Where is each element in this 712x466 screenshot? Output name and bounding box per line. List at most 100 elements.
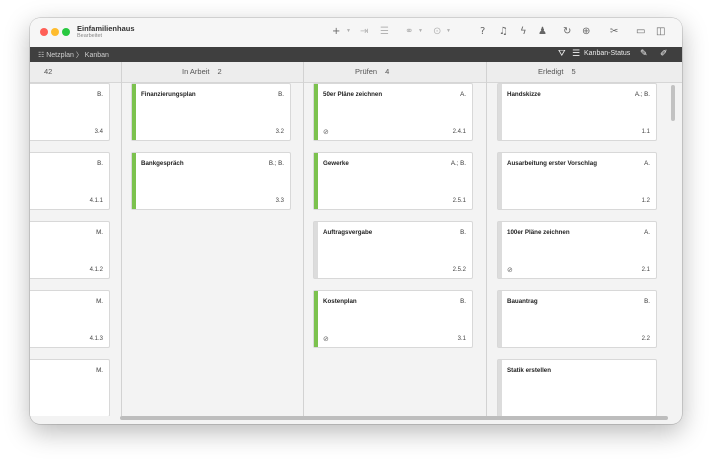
attachment-icon[interactable]: ⊘ (507, 266, 513, 274)
sync-icon[interactable]: ↻ (563, 26, 571, 38)
kanban-card[interactable]: Gewerke A.; B. 2.5.1 (313, 152, 473, 210)
card-title: Ausarbeitung erster Vorschlag (507, 160, 597, 167)
column-header-erledigt[interactable]: Erledigt 5 (538, 62, 576, 82)
kanban-card[interactable]: Bankgespräch B.; B. 3.3 (131, 152, 291, 210)
attachment-icon[interactable]: ⊘ (323, 335, 329, 343)
title-bar: Einfamilienhaus Bearbeitet + ▼ ⇥ ☰ ⚭ ▼ ⊙… (30, 18, 682, 48)
view-bar: ☷ Netzplan 〉 Kanban ⛛ ☰ Kanban-Status ✎ … (30, 47, 682, 62)
card-assignee: B. (460, 229, 466, 236)
filter-icon[interactable]: ⛛ (558, 49, 566, 59)
kanban-card[interactable]: n) verlegenM.4.1.2 (30, 221, 110, 279)
column-count: 2 (217, 67, 222, 76)
kanban-card[interactable]: 100er Pläne zeichnen A. 2.1 ⊘ (497, 221, 657, 279)
app-window: Einfamilienhaus Bearbeitet + ▼ ⇥ ☰ ⚭ ▼ ⊙… (30, 18, 682, 424)
vertical-scrollbar[interactable] (671, 85, 675, 121)
globe-icon[interactable]: ⊕ (582, 26, 590, 38)
status-stripe (132, 84, 136, 140)
column-count: 5 (571, 67, 576, 76)
status-stripe (314, 222, 318, 278)
person-icon[interactable]: ♟ (538, 26, 547, 38)
pin-icon[interactable]: ✎ (640, 49, 648, 59)
wrench-icon[interactable]: ✐ (660, 49, 668, 59)
document-title: Einfamilienhaus (77, 24, 135, 33)
card-title: Bauantrag (507, 298, 538, 305)
breadcrumb-netzplan[interactable]: Netzplan (46, 52, 74, 59)
card-number: 2.5.2 (452, 267, 466, 273)
view-icon[interactable]: ☷ (38, 52, 44, 59)
status-stripe (498, 84, 502, 140)
lightning-icon[interactable]: ϟ (520, 26, 527, 38)
card-assignee: A. (644, 229, 650, 236)
tools-icon[interactable]: ✂ (610, 26, 618, 38)
column-count: 42 (44, 67, 53, 76)
card-number: 2.4.1 (452, 129, 466, 135)
attachment-icon[interactable]: ⊘ (323, 128, 329, 136)
card-assignee: B. (644, 298, 650, 305)
kanban-card[interactable]: Auftragsvergabe B. 2.5.2 (313, 221, 473, 279)
document-status: Bearbeitet (77, 33, 103, 39)
window-icon[interactable]: ▭ (636, 26, 645, 38)
breadcrumb-kanban[interactable]: Kanban (85, 52, 109, 59)
sidebar-icon[interactable]: ◫ (656, 26, 665, 38)
kanban-card[interactable]: M. 4.1.3 (30, 290, 110, 348)
kanban-board: B.3.4›B.4.1.1n) verlegenM.4.1.2M.4.1.3au… (30, 83, 682, 416)
kanban-column-headers: 42 In Arbeit 2 Prüfen 4 Erledigt 5 (30, 62, 682, 83)
card-assignee: A. (644, 160, 650, 167)
card-assignee: M. (96, 367, 103, 374)
card-assignee: A.; B. (634, 91, 650, 98)
minimize-window-button[interactable] (51, 28, 59, 36)
card-title: Auftragsvergabe (323, 229, 373, 236)
help-icon[interactable]: ? (480, 26, 485, 38)
kanban-card[interactable]: Finanzierungsplan B. 3.2 (131, 83, 291, 141)
status-stripe (132, 153, 136, 209)
card-assignee: B. (97, 160, 103, 167)
kanban-card[interactable]: Statik erstellen (497, 359, 657, 416)
card-assignee: A.; B. (450, 160, 466, 167)
card-title: 100er Pläne zeichnen (507, 229, 570, 236)
kanban-card[interactable]: ›B.4.1.1 (30, 152, 110, 210)
horizontal-scrollbar[interactable] (120, 416, 668, 420)
kanban-card[interactable]: Kostenplan B. 3.1 ⊘ (313, 290, 473, 348)
kanban-status-icon[interactable]: ☰ (572, 49, 580, 59)
more-icon[interactable]: ⊙ (433, 26, 441, 38)
link-icon[interactable]: ⚭ (405, 26, 413, 38)
status-stripe (498, 222, 502, 278)
kanban-status-button[interactable]: Kanban-Status (584, 50, 630, 57)
card-number: 3.3 (275, 198, 284, 204)
card-number: 2.5.1 (452, 198, 466, 204)
zoom-window-button[interactable] (62, 28, 70, 36)
kanban-card[interactable]: Handskizze A.; B. 1.1 (497, 83, 657, 141)
plus-icon[interactable]: + (332, 26, 340, 38)
close-window-button[interactable] (40, 28, 48, 36)
column-header-in-arbeit[interactable]: In Arbeit 2 (182, 62, 222, 82)
status-stripe (314, 153, 318, 209)
status-stripe (498, 153, 502, 209)
card-number: 2.1 (641, 267, 650, 273)
card-number: 3.4 (94, 129, 103, 135)
chevron-down-icon[interactable]: ▼ (446, 28, 451, 34)
card-number: 4.1.3 (89, 336, 103, 342)
card-title: Kostenplan (323, 298, 357, 305)
indent-icon[interactable]: ⇥ (360, 26, 368, 38)
status-stripe (498, 360, 502, 416)
card-number: 1.2 (641, 198, 650, 204)
kanban-card[interactable]: Bauantrag B. 2.2 (497, 290, 657, 348)
card-number: 2.2 (641, 336, 650, 342)
card-number: 3.1 (457, 336, 466, 342)
card-assignee: M. (96, 298, 103, 305)
bell-icon[interactable]: ♫ (499, 26, 508, 38)
breadcrumb: ☷ Netzplan 〉 Kanban (38, 50, 109, 60)
column-header-pruefen[interactable]: Prüfen 4 (355, 62, 389, 82)
card-number: 3.2 (275, 129, 284, 135)
chevron-down-icon[interactable]: ▼ (418, 28, 423, 34)
kanban-card[interactable]: B. 3.4 (30, 83, 110, 141)
card-number: 4.1.1 (89, 198, 103, 204)
list-icon[interactable]: ☰ (380, 26, 389, 38)
kanban-card[interactable]: Ausarbeitung erster Vorschlag A. 1.2 (497, 152, 657, 210)
column-header-0[interactable]: 42 (44, 62, 52, 82)
kanban-card[interactable]: aufstellenM. (30, 359, 110, 416)
card-title: Finanzierungsplan (141, 91, 196, 98)
card-assignee: B.; B. (268, 160, 284, 167)
kanban-card[interactable]: 50er Pläne zeichnen A. 2.4.1 ⊘ (313, 83, 473, 141)
chevron-down-icon[interactable]: ▼ (346, 28, 351, 34)
